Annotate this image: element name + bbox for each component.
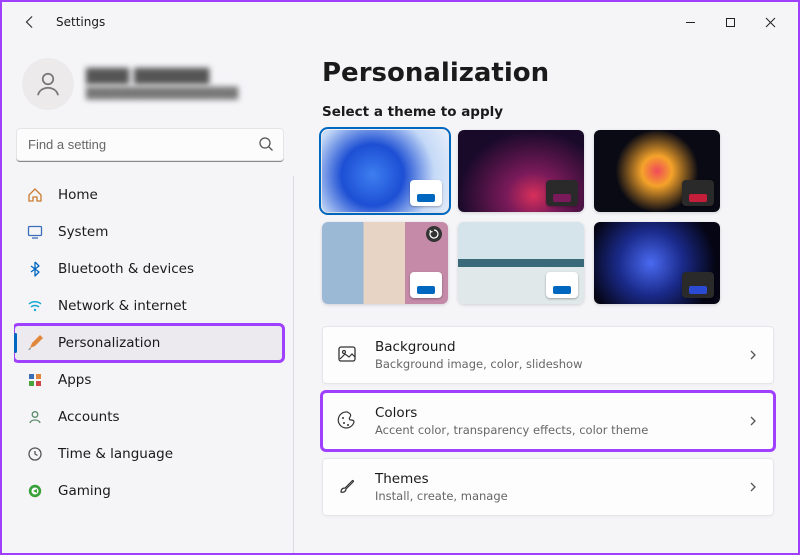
window-title: Settings — [56, 15, 105, 29]
palette-icon — [337, 410, 359, 432]
gaming-icon — [26, 482, 44, 500]
theme-section-label: Select a theme to apply — [322, 104, 774, 120]
chevron-right-icon — [747, 481, 759, 493]
accounts-icon — [26, 408, 44, 426]
sidebar-item-gaming[interactable]: Gaming — [14, 473, 283, 509]
user-email: ██████████████████ — [86, 87, 238, 100]
option-title: Background — [375, 339, 731, 355]
option-subtitle: Accent color, transparency effects, colo… — [375, 423, 731, 437]
sidebar-item-label: Bluetooth & devices — [58, 261, 194, 277]
theme-grid — [322, 130, 774, 304]
chevron-right-icon — [747, 349, 759, 361]
sidebar-item-personalization[interactable]: Personalization — [14, 325, 283, 361]
sidebar-item-label: Apps — [58, 372, 91, 388]
page-title: Personalization — [322, 58, 774, 88]
theme-card-1[interactable] — [322, 130, 448, 212]
theme-card-5[interactable] — [458, 222, 584, 304]
option-subtitle: Background image, color, slideshow — [375, 357, 731, 371]
sidebar-item-label: Time & language — [58, 446, 173, 462]
person-icon — [33, 69, 63, 99]
sync-badge-icon — [426, 226, 442, 242]
sidebar-item-label: System — [58, 224, 108, 240]
theme-card-6[interactable] — [594, 222, 720, 304]
sidebar-item-label: Network & internet — [58, 298, 187, 314]
user-name: ████ ███████ — [86, 69, 238, 85]
maximize-icon — [725, 17, 736, 28]
theme-card-2[interactable] — [458, 130, 584, 212]
bluetooth-icon — [26, 260, 44, 278]
theme-card-4[interactable] — [322, 222, 448, 304]
option-title: Colors — [375, 405, 731, 421]
avatar — [22, 58, 74, 110]
sidebar-item-time[interactable]: Time & language — [14, 436, 283, 472]
clock-icon — [26, 445, 44, 463]
paintbrush-icon — [26, 334, 44, 352]
brush-icon — [337, 476, 359, 498]
titlebar: Settings — [2, 2, 798, 42]
sidebar-item-label: Gaming — [58, 483, 111, 499]
arrow-left-icon — [23, 15, 37, 29]
sidebar-item-label: Home — [58, 187, 98, 203]
option-themes[interactable]: Themes Install, create, manage — [322, 458, 774, 516]
option-colors[interactable]: Colors Accent color, transparency effect… — [322, 392, 774, 450]
search-icon — [258, 136, 274, 152]
sidebar-item-network[interactable]: Network & internet — [14, 288, 283, 324]
picture-icon — [337, 344, 359, 366]
chevron-right-icon — [747, 415, 759, 427]
close-icon — [765, 17, 776, 28]
sidebar: ████ ███████ ██████████████████ Home Sys… — [2, 42, 294, 553]
option-background[interactable]: Background Background image, color, slid… — [322, 326, 774, 384]
system-icon — [26, 223, 44, 241]
sidebar-item-bluetooth[interactable]: Bluetooth & devices — [14, 251, 283, 287]
option-title: Themes — [375, 471, 731, 487]
sidebar-item-home[interactable]: Home — [14, 177, 283, 213]
sidebar-item-apps[interactable]: Apps — [14, 362, 283, 398]
theme-card-3[interactable] — [594, 130, 720, 212]
nav-list: Home System Bluetooth & devices Network … — [14, 176, 294, 553]
option-subtitle: Install, create, manage — [375, 489, 731, 503]
home-icon — [26, 186, 44, 204]
minimize-button[interactable] — [670, 6, 710, 38]
maximize-button[interactable] — [710, 6, 750, 38]
wifi-icon — [26, 297, 44, 315]
apps-icon — [26, 371, 44, 389]
main-panel: Personalization Select a theme to apply — [294, 42, 798, 553]
sidebar-item-system[interactable]: System — [14, 214, 283, 250]
search-input[interactable] — [16, 128, 284, 162]
sidebar-item-label: Personalization — [58, 335, 160, 351]
minimize-icon — [685, 17, 696, 28]
sidebar-item-accounts[interactable]: Accounts — [14, 399, 283, 435]
user-profile[interactable]: ████ ███████ ██████████████████ — [14, 50, 294, 124]
close-button[interactable] — [750, 6, 790, 38]
back-button[interactable] — [16, 8, 44, 36]
sidebar-item-label: Accounts — [58, 409, 120, 425]
